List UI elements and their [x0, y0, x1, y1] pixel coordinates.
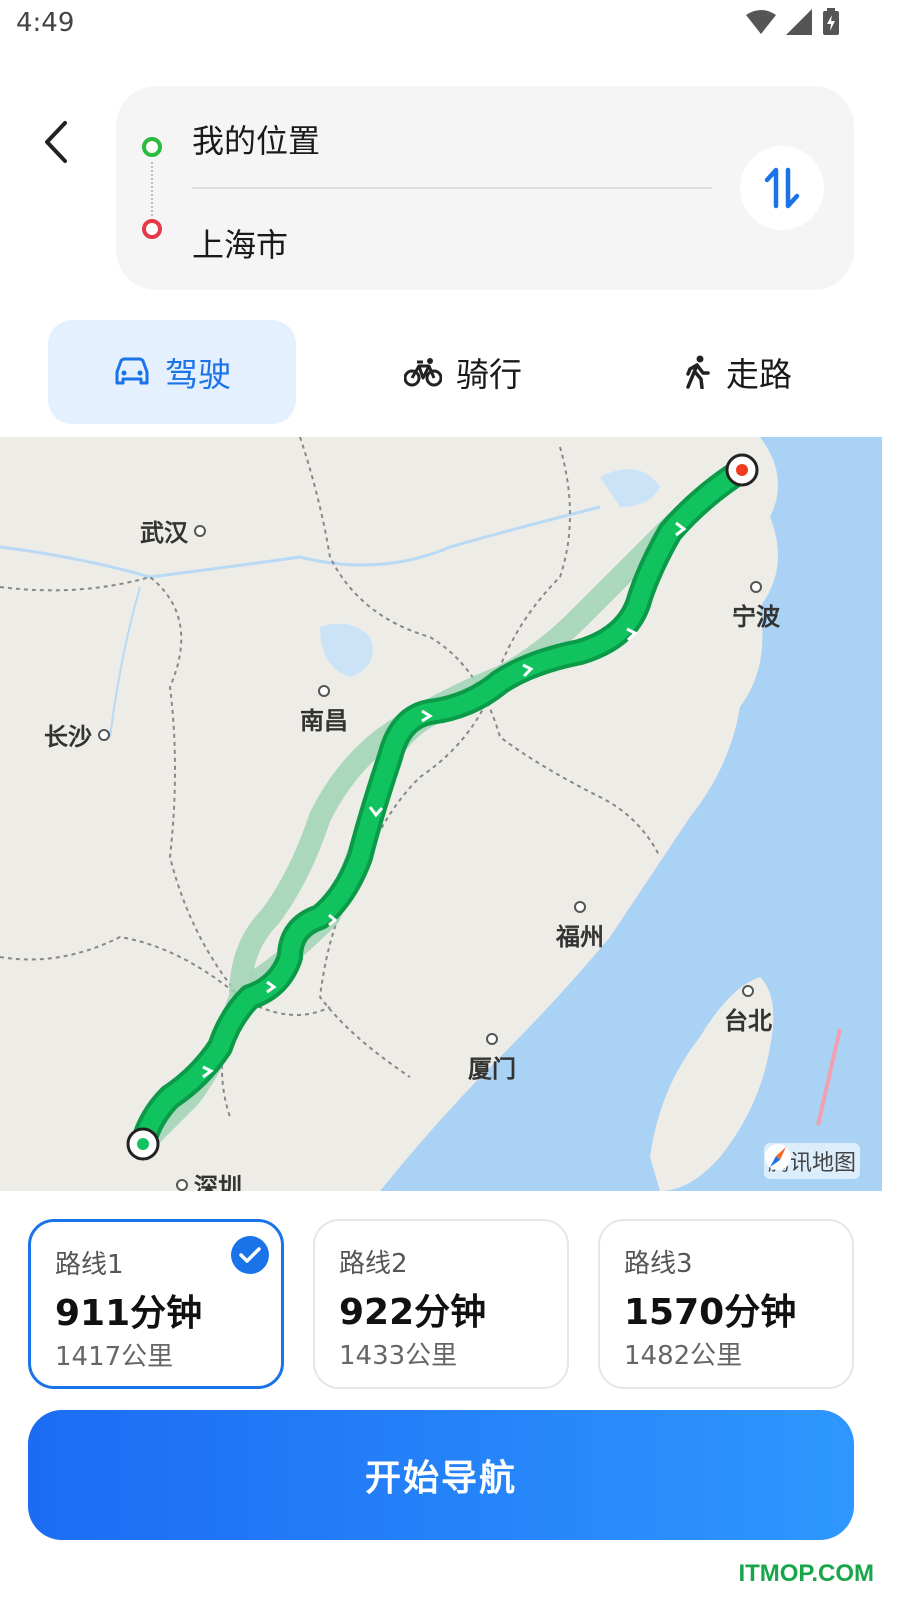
- route-options: 路线1 911分钟 1417公里 路线2 922分钟 1433公里 路线3 15…: [28, 1219, 854, 1389]
- sea-area: [380, 437, 882, 1191]
- city-dot-icon: [98, 728, 110, 741]
- city-dot-icon: [742, 985, 754, 997]
- lake: [320, 623, 373, 677]
- tab-bike[interactable]: 骑行: [348, 320, 578, 424]
- city-dot-icon: [176, 1178, 188, 1191]
- bicycle-icon: [404, 358, 442, 387]
- route-option-2[interactable]: 路线2 922分钟 1433公里: [313, 1219, 569, 1389]
- city-dot-icon: [574, 901, 586, 913]
- route-time: 1570分钟: [624, 1292, 797, 1333]
- origin-dot-icon: [142, 137, 162, 157]
- city-label-wuhan: 武汉: [140, 513, 206, 548]
- lake: [600, 469, 660, 507]
- route-distance: 1482公里: [624, 1341, 743, 1371]
- city-label-ningbo: 宁波: [732, 581, 780, 632]
- tab-walk[interactable]: 走路: [623, 320, 853, 424]
- map-attribution: 腾讯地图: [763, 1143, 860, 1179]
- map-canvas: [0, 437, 882, 1191]
- river: [109, 586, 141, 738]
- city-label-fuzhou: 福州: [556, 901, 604, 952]
- route-name: 路线1: [55, 1250, 124, 1280]
- route-time: 911分钟: [55, 1293, 203, 1334]
- check-icon: [231, 1236, 269, 1274]
- site-watermark: ITMOP.COM: [738, 1560, 874, 1587]
- tab-drive[interactable]: 驾驶: [48, 320, 296, 424]
- city-label-shenzhen: 深圳: [176, 1167, 242, 1191]
- city-label-xiamen: 厦门: [468, 1033, 516, 1084]
- swap-arrows-icon: [764, 167, 800, 209]
- route-distance: 1417公里: [55, 1342, 174, 1372]
- city-dot-icon: [750, 581, 762, 593]
- wifi-icon: [746, 10, 776, 34]
- status-bar: 4:49: [0, 0, 900, 50]
- route-time: 922分钟: [339, 1292, 487, 1333]
- city-label-changsha: 长沙: [44, 717, 110, 752]
- tab-bike-label: 骑行: [456, 355, 522, 394]
- signal-icon: [786, 9, 812, 35]
- province-border: [0, 575, 242, 1118]
- river: [0, 505, 601, 579]
- status-time: 4:49: [16, 8, 75, 38]
- route-search-card: 我的位置 上海市: [116, 86, 854, 290]
- city-dot-icon: [194, 524, 206, 537]
- destination-dot-icon: [142, 219, 162, 239]
- tab-drive-label: 驾驶: [165, 355, 231, 394]
- tab-walk-label: 走路: [726, 355, 792, 394]
- route-name: 路线3: [624, 1249, 693, 1279]
- route-name: 路线2: [339, 1249, 408, 1279]
- city-dot-icon: [486, 1033, 498, 1045]
- route-distance: 1433公里: [339, 1341, 458, 1371]
- compass-icon: [764, 1144, 791, 1170]
- back-button[interactable]: [36, 118, 76, 166]
- input-divider: [192, 187, 712, 189]
- destination-input[interactable]: 上海市: [192, 220, 288, 266]
- battery-icon: [823, 8, 839, 35]
- walk-icon: [686, 355, 710, 389]
- car-icon: [115, 357, 149, 385]
- start-navigation-button[interactable]: 开始导航: [28, 1410, 854, 1540]
- route-option-3[interactable]: 路线3 1570分钟 1482公里: [598, 1219, 854, 1389]
- status-icons: [746, 8, 840, 36]
- swap-button[interactable]: [740, 146, 824, 230]
- city-label-taipei: 台北: [724, 985, 772, 1036]
- route-map[interactable]: 武汉 长沙 南昌 宁波 福州 台北 厦门 深圳 腾讯地图: [0, 437, 882, 1191]
- route-option-1[interactable]: 路线1 911分钟 1417公里: [28, 1219, 284, 1389]
- origin-input[interactable]: 我的位置: [192, 116, 320, 162]
- city-dot-icon: [318, 685, 330, 697]
- mode-tabs: 驾驶 骑行 走路: [48, 320, 868, 424]
- city-label-nanchang: 南昌: [300, 685, 348, 736]
- chevron-left-icon: [45, 121, 67, 163]
- connector-line: [151, 162, 153, 216]
